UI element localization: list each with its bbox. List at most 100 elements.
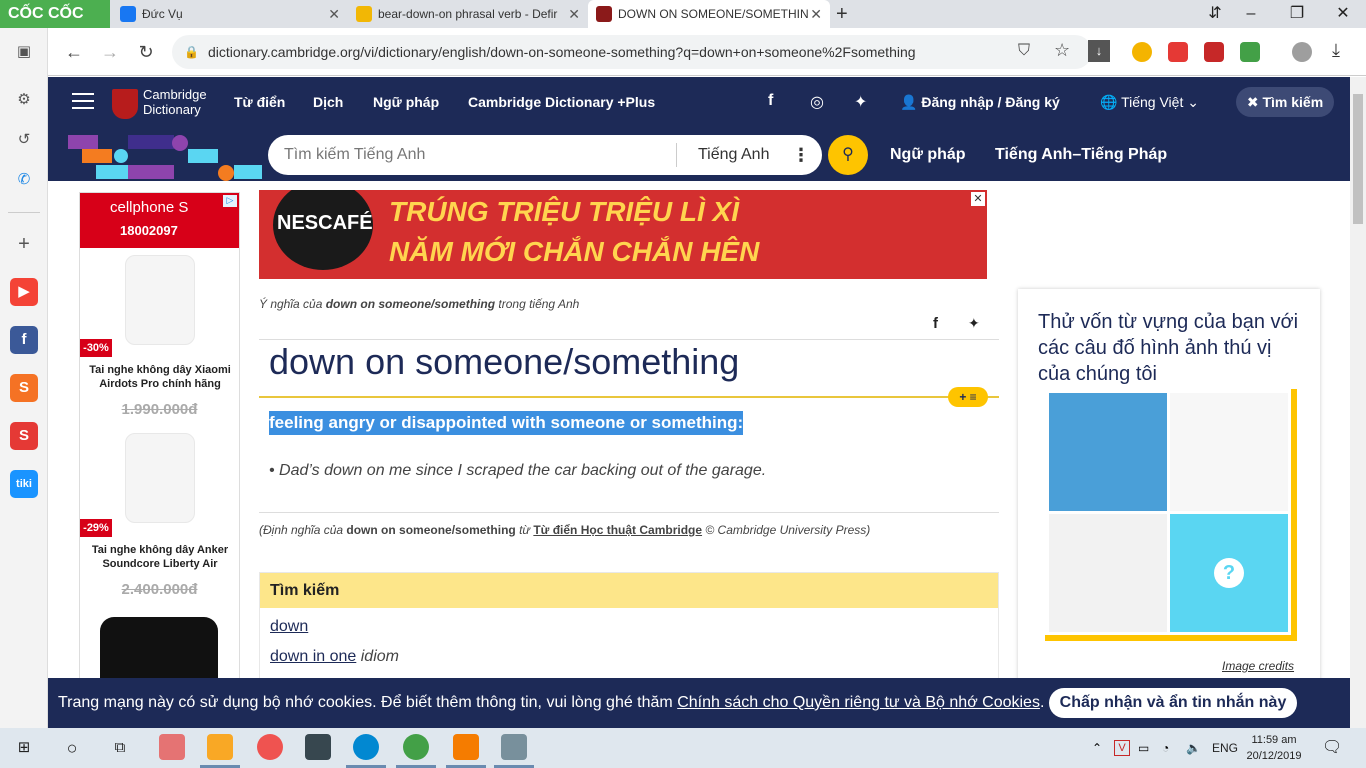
menu-icon[interactable] xyxy=(72,93,94,109)
clock[interactable]: 11:59 am 20/12/2019 xyxy=(1244,732,1304,764)
profile-avatar[interactable] xyxy=(1292,42,1312,62)
shopee-icon[interactable]: S xyxy=(10,374,38,402)
download-arrow-icon[interactable]: ⤓ xyxy=(1332,40,1340,61)
nav-plus[interactable]: Cambridge Dictionary +Plus xyxy=(468,77,655,129)
quiz-image-masher[interactable] xyxy=(1049,514,1167,632)
youtube-icon[interactable]: ▶ xyxy=(10,278,38,306)
input-language[interactable]: ENG xyxy=(1212,728,1238,768)
app-icon-1[interactable] xyxy=(159,734,185,760)
browser-logo[interactable]: CỐC CỐC xyxy=(0,0,110,28)
english-french-link[interactable]: Tiếng Anh–Tiếng Pháp xyxy=(995,129,1167,181)
maximize-icon[interactable]: ❐ xyxy=(1274,0,1320,28)
facebook-icon[interactable]: f xyxy=(10,326,38,354)
tray-chevron-icon[interactable]: ⌃ xyxy=(1092,728,1102,768)
twitter-share-icon[interactable]: ✦ xyxy=(968,315,980,332)
unikey-icon[interactable]: V xyxy=(1114,740,1130,756)
zalo-icon[interactable] xyxy=(353,734,379,760)
more-options-icon[interactable]: ⋮ xyxy=(792,135,810,175)
url-field[interactable]: 🔒 dictionary.cambridge.org/vi/dictionary… xyxy=(172,35,1092,69)
sendo-icon[interactable]: S xyxy=(10,422,38,450)
new-tab-icon[interactable]: + xyxy=(836,0,856,28)
extension-grid-icon[interactable] xyxy=(1240,42,1260,62)
twitter-icon[interactable]: ✦ xyxy=(854,92,867,112)
sidebar-toggle-icon[interactable]: ▣ xyxy=(10,38,38,66)
login-link[interactable]: 👤 Đăng nhập / Đăng ký xyxy=(900,77,1060,127)
search-icon[interactable]: ○ xyxy=(58,734,86,762)
quiz-image-dishwasher[interactable] xyxy=(1049,393,1167,511)
notification-icon[interactable]: 🗨 xyxy=(1322,728,1342,768)
search-button[interactable]: ⚲ xyxy=(828,135,868,175)
battery-icon[interactable]: ▭ xyxy=(1138,728,1149,768)
extension-shield-icon[interactable] xyxy=(1168,42,1188,62)
accept-cookies-button[interactable]: Chấp nhận và ẩn tin nhắn này xyxy=(1049,688,1297,718)
instagram-icon[interactable]: ◎ xyxy=(810,92,824,112)
source-mid: từ xyxy=(515,523,534,537)
privacy-policy-link[interactable]: Chính sách cho Quyền riêng tư và Bộ nhớ … xyxy=(677,694,1040,711)
site-logo[interactable]: Cambridge Dictionary xyxy=(143,87,207,117)
tiki-icon[interactable]: tiki xyxy=(10,470,38,498)
ad-phone: 18002097 xyxy=(120,223,178,238)
related-link-down-in-one[interactable]: down in one idiom xyxy=(270,648,399,666)
image-credits-link[interactable]: Image credits xyxy=(1222,659,1294,673)
facebook-icon[interactable]: f xyxy=(768,92,773,110)
close-tab-icon[interactable]: ✕ xyxy=(328,0,340,28)
forward-icon[interactable]: → xyxy=(96,38,124,66)
search-divider xyxy=(676,143,677,167)
add-icon[interactable]: + xyxy=(10,230,38,258)
close-tab-icon[interactable]: ✕ xyxy=(810,0,822,28)
shield-icon[interactable]: ⛉ xyxy=(1018,42,1030,60)
tab-down-on-someone[interactable]: DOWN ON SOMEONE/SOMETHIN ✕ xyxy=(588,0,830,28)
download-icon[interactable]: ↓ xyxy=(1088,40,1110,62)
close-window-icon[interactable]: ✕ xyxy=(1320,0,1366,28)
nav-dictionary[interactable]: Từ điển xyxy=(234,77,285,129)
close-tab-icon[interactable]: ✕ xyxy=(568,0,580,28)
banner-advertisement[interactable]: NESCAFÉ TRÚNG TRIỆU TRIỆU LÌ XÌ NĂM MỚI … xyxy=(259,190,987,279)
tab-bear-down-on[interactable]: bear-down-on phrasal verb - Defir ✕ xyxy=(348,0,588,28)
adchoices-icon[interactable]: ▷ xyxy=(223,195,237,207)
back-icon[interactable]: ← xyxy=(60,38,88,66)
earbuds-image xyxy=(125,255,195,345)
history-icon[interactable]: ↺ xyxy=(10,126,38,154)
app-icon-7[interactable] xyxy=(453,734,479,760)
headword-underline xyxy=(259,396,999,398)
bookmark-star-icon[interactable]: ☆ xyxy=(1054,40,1070,61)
nav-translate[interactable]: Dịch xyxy=(313,77,343,129)
network-icon[interactable]: ◔ xyxy=(1162,728,1169,768)
extension-chrome-icon[interactable] xyxy=(1132,42,1152,62)
tab-duc-vu[interactable]: Đức Vụ ✕ xyxy=(112,0,348,28)
cambridge-shield-icon[interactable] xyxy=(112,89,138,119)
windows-start-icon[interactable]: ⊞ xyxy=(10,734,38,762)
task-view-icon[interactable]: ⧉ xyxy=(106,734,134,762)
language-selector[interactable]: 🌐 Tiếng Việt ⌄ xyxy=(1100,77,1199,127)
decorative-block xyxy=(82,149,112,163)
related-link-down[interactable]: down xyxy=(270,618,308,636)
search-input[interactable]: Tìm kiếm Tiếng Anh Tiếng Anh ⋮ xyxy=(268,135,822,175)
grammar-link[interactable]: Ngữ pháp xyxy=(890,129,966,181)
source-dictionary-link[interactable]: Từ điển Học thuật Cambridge xyxy=(533,523,702,537)
close-icon[interactable]: ✕ xyxy=(971,192,985,206)
messenger-icon[interactable]: ✆ xyxy=(10,166,38,194)
settings-icon[interactable]: ⚙ xyxy=(10,86,38,114)
quiz-image-unknown[interactable]: ? xyxy=(1170,514,1288,632)
app-icon-3[interactable] xyxy=(257,734,283,760)
discount-badge: -30% xyxy=(80,339,112,357)
scrollbar[interactable] xyxy=(1350,77,1366,728)
scrollbar-thumb[interactable] xyxy=(1353,94,1363,224)
extension-red-icon[interactable] xyxy=(1204,42,1224,62)
reload-icon[interactable]: ↻ xyxy=(132,38,160,66)
file-explorer-icon[interactable] xyxy=(207,734,233,760)
left-advertisement[interactable]: cellphone S 18002097 ▷ -30% Tai nghe khô… xyxy=(79,192,240,678)
add-to-list-button[interactable]: + ≡ xyxy=(948,387,988,407)
search-toggle-button[interactable]: ✖ Tìm kiếm xyxy=(1236,87,1334,117)
app-icon-8[interactable] xyxy=(501,734,527,760)
picture-quiz-card[interactable]: Thử vốn từ vựng của bạn với các câu đố h… xyxy=(1018,289,1320,678)
nav-grammar[interactable]: Ngữ pháp xyxy=(373,77,439,129)
sticky-notes-icon[interactable] xyxy=(305,734,331,760)
quiz-image-peeler[interactable] xyxy=(1170,393,1288,511)
related-link-tag: idiom xyxy=(360,648,399,665)
facebook-share-icon[interactable]: f xyxy=(933,315,938,332)
coccoc-browser-icon[interactable] xyxy=(403,734,429,760)
volume-icon[interactable]: 🔈 xyxy=(1186,728,1201,768)
dictionary-select[interactable]: Tiếng Anh xyxy=(698,135,769,175)
minimize-icon[interactable]: – xyxy=(1228,0,1274,28)
